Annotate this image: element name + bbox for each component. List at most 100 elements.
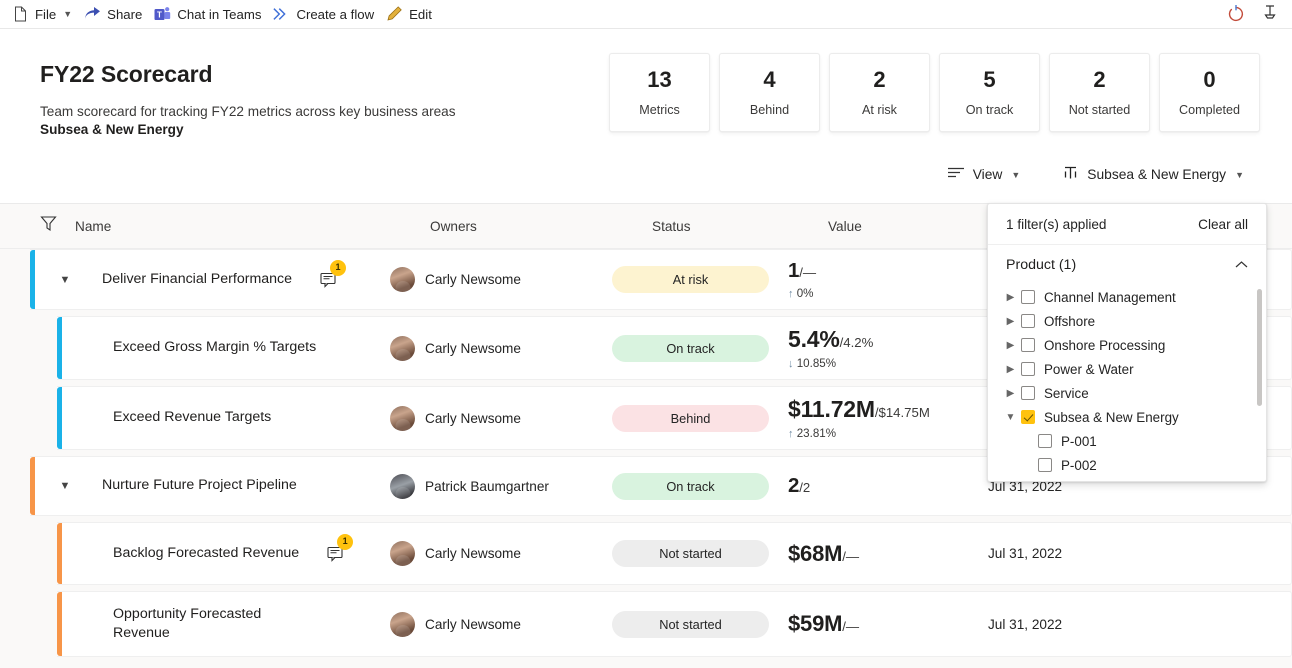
row-owner: Carly Newsome — [425, 410, 521, 426]
chevron-up-icon[interactable] — [1235, 256, 1248, 274]
row-value-target: /— — [799, 265, 817, 280]
filter-list-scrollbar[interactable] — [1257, 289, 1262, 406]
row-owner: Patrick Baumgartner — [425, 478, 549, 494]
filter-checkbox[interactable] — [1021, 338, 1035, 352]
row-name: Opportunity Forecasted Revenue — [113, 605, 262, 641]
share-icon — [84, 6, 101, 23]
row-accent-bar — [57, 523, 62, 584]
filter-option[interactable]: ▶ Onshore Processing — [988, 333, 1266, 357]
stat-card-metrics[interactable]: 13 Metrics — [609, 53, 710, 132]
column-header-name-label: Name — [75, 218, 112, 234]
row-owner: Carly Newsome — [425, 546, 521, 561]
filters-applied-text: 1 filter(s) applied — [1006, 217, 1107, 232]
stat-card-completed[interactable]: 0 Completed — [1159, 53, 1260, 132]
stat-label: At risk — [862, 102, 897, 117]
row-value: 2 — [788, 474, 800, 497]
table-row[interactable]: Opportunity Forecasted Revenue Carly New… — [57, 591, 1292, 657]
scorecard-toolbar: View ▼ Subsea & New Energy ▼ — [0, 160, 1292, 190]
filter-option-child[interactable]: P-001 — [988, 429, 1266, 453]
filter-checkbox[interactable] — [1038, 458, 1052, 472]
filter-checkbox[interactable] — [1021, 410, 1035, 424]
trend-arrow-icon: ↑ — [788, 288, 794, 300]
refresh-icon[interactable] — [1226, 4, 1246, 24]
view-lines-icon — [947, 167, 965, 182]
row-delta: 23.81% — [796, 427, 837, 440]
filter-checkbox[interactable] — [1021, 290, 1035, 304]
filter-option-label: Power & Water — [1044, 361, 1134, 377]
command-share[interactable]: Share — [80, 3, 150, 26]
stat-value: 0 — [1203, 67, 1216, 93]
scorecard-header: FY22 Scorecard Team scorecard for tracki… — [0, 29, 1292, 203]
row-accent-bar — [57, 592, 62, 656]
column-header-name: Name — [40, 215, 430, 237]
page-subtitle-secondary: Subsea & New Energy — [40, 121, 184, 137]
filter-funnel-icon[interactable] — [40, 215, 57, 237]
filter-option[interactable]: ▶ Service — [988, 381, 1266, 405]
filter-option-selected[interactable]: ▼ Subsea & New Energy — [988, 405, 1266, 429]
stat-card-not-started[interactable]: 2 Not started — [1049, 53, 1150, 132]
clear-all-button[interactable]: Clear all — [1198, 217, 1248, 232]
status-badge: On track — [612, 334, 769, 362]
command-bar-right — [1226, 4, 1282, 24]
filter-checkbox[interactable] — [1021, 314, 1035, 328]
column-header-owners: Owners — [430, 218, 477, 234]
chevron-down-icon[interactable]: ▼ — [1003, 412, 1018, 423]
status-badge: Behind — [612, 404, 769, 432]
filter-option[interactable]: ▶ Power & Water — [988, 357, 1266, 381]
chevron-right-icon[interactable]: ▶ — [1003, 292, 1018, 303]
stat-label: Behind — [749, 102, 790, 117]
filter-hierarchy-icon — [1062, 166, 1079, 184]
command-edit[interactable]: Edit — [382, 3, 440, 26]
filter-button[interactable]: Subsea & New Energy ▼ — [1058, 163, 1248, 187]
stat-value: 5 — [983, 67, 996, 93]
filter-flyout-header: 1 filter(s) applied Clear all — [988, 204, 1266, 245]
filter-button-label: Subsea & New Energy — [1087, 167, 1227, 183]
row-delta: 10.85% — [796, 357, 837, 370]
filter-checkbox[interactable] — [1038, 434, 1052, 448]
filter-option-label: Offshore — [1044, 313, 1096, 329]
view-button[interactable]: View ▼ — [944, 164, 1025, 185]
table-row[interactable]: Backlog Forecasted Revenue 1 Carly Newso… — [57, 522, 1292, 585]
stat-card-on-track[interactable]: 5 On track — [939, 53, 1040, 132]
chevron-right-icon[interactable]: ▶ — [1003, 388, 1018, 399]
comment-icon[interactable]: 1 — [327, 533, 354, 565]
view-button-label: View — [972, 167, 1003, 183]
comment-icon[interactable]: 1 — [320, 259, 347, 291]
chevron-down-icon: ▼ — [63, 9, 73, 19]
chevron-right-icon[interactable]: ▶ — [1003, 316, 1018, 327]
row-value-target: /— — [842, 619, 860, 634]
row-owner: Carly Newsome — [425, 340, 521, 356]
filter-option-label: Channel Management — [1044, 289, 1176, 305]
row-expand-toggle[interactable]: ▼ — [54, 480, 76, 492]
command-create-a-flow[interactable]: Create a flow — [269, 3, 382, 26]
chevron-down-icon: ▼ — [1235, 169, 1244, 180]
filter-option[interactable]: ▶ Offshore — [988, 309, 1266, 333]
flow-icon — [273, 6, 290, 23]
filter-option[interactable]: ▶ Channel Management — [988, 285, 1266, 309]
row-value: 5.4% — [788, 326, 840, 352]
row-owner: Carly Newsome — [425, 272, 521, 287]
row-name: Exceed Revenue Targets — [113, 409, 272, 426]
svg-text:T: T — [157, 11, 162, 20]
command-file[interactable]: File ▼ — [8, 3, 80, 26]
stat-value: 2 — [873, 67, 886, 93]
filter-option-child[interactable]: P-002 — [988, 453, 1266, 477]
chevron-right-icon[interactable]: ▶ — [1003, 364, 1018, 375]
pin-icon[interactable] — [1260, 4, 1280, 24]
stat-card-at-risk[interactable]: 2 At risk — [829, 53, 930, 132]
stat-card-behind[interactable]: 4 Behind — [719, 53, 820, 132]
filter-checkbox[interactable] — [1021, 362, 1035, 376]
row-name: Nurture Future Project Pipeline — [102, 477, 297, 494]
command-chat-in-teams[interactable]: T Chat in Teams — [150, 3, 269, 26]
filter-group-product[interactable]: Product (1) — [988, 245, 1266, 283]
filter-checkbox[interactable] — [1021, 386, 1035, 400]
row-expand-toggle[interactable]: ▼ — [54, 274, 76, 286]
stat-cards: 13 Metrics 4 Behind 2 At risk 5 On track… — [609, 51, 1260, 137]
trend-arrow-icon: ↓ — [788, 358, 794, 370]
filter-option-label: Onshore Processing — [1044, 337, 1166, 353]
filter-flyout-panel: 1 filter(s) applied Clear all Product (1… — [987, 203, 1267, 482]
row-date: Jul 31, 2022 — [988, 546, 1063, 561]
avatar — [390, 611, 415, 637]
chevron-right-icon[interactable]: ▶ — [1003, 340, 1018, 351]
filter-option-label: Service — [1044, 385, 1089, 401]
